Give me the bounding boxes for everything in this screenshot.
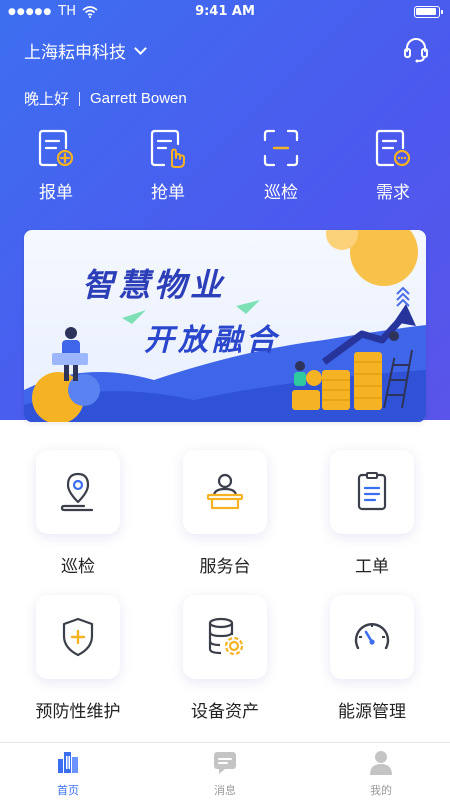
tab-profile[interactable]: 我的 <box>341 749 421 798</box>
tab-bar: 首页 消息 我的 <box>0 742 450 800</box>
service-icon-box <box>36 595 120 679</box>
headset-icon[interactable] <box>402 35 430 63</box>
user-name: Garrett Bowen <box>90 90 187 107</box>
quick-action-grab[interactable]: 抢单 <box>128 128 208 203</box>
database-gear-icon <box>208 617 244 656</box>
service-icon-box <box>330 450 414 534</box>
service-label: 工单 <box>355 557 389 577</box>
report-doc-icon <box>38 129 74 167</box>
service-icon-box <box>330 595 414 679</box>
profile-icon <box>370 751 392 775</box>
service-label: 巡检 <box>61 557 95 577</box>
message-icon <box>214 752 236 774</box>
quick-action-label: 报单 <box>39 183 73 203</box>
banner-title-1: 智慧物业 <box>82 266 227 304</box>
greeting-text: 晚上好 <box>24 90 70 108</box>
quick-actions: 报单 抢单 巡检 需求 <box>0 128 450 208</box>
tab-label: 消息 <box>214 784 236 797</box>
tab-messages[interactable]: 消息 <box>185 749 265 798</box>
service-label: 能源管理 <box>338 702 406 722</box>
battery-icon <box>414 6 443 18</box>
service-label: 预防性维护 <box>35 702 121 722</box>
tab-home[interactable]: 首页 <box>28 749 108 798</box>
promo-banner[interactable]: 智慧物业 开放融合 <box>24 230 426 422</box>
service-icon-box <box>183 450 267 534</box>
service-icon-box <box>183 595 267 679</box>
quick-action-report[interactable]: 报单 <box>16 128 96 203</box>
tab-label: 首页 <box>57 784 79 797</box>
home-buildings-icon <box>58 752 78 773</box>
service-preventive-maintenance[interactable]: 预防性维护 <box>23 595 133 722</box>
service-inspection[interactable]: 巡检 <box>23 450 133 577</box>
location-pin-icon <box>60 472 94 512</box>
quick-action-inspect[interactable]: 巡检 <box>241 128 321 203</box>
scan-icon <box>263 129 299 167</box>
grab-order-icon <box>150 129 185 168</box>
service-desk-icon <box>206 473 244 510</box>
company-name: 上海耘申科技 <box>24 43 126 63</box>
service-label: 服务台 <box>199 557 251 577</box>
quick-action-label: 需求 <box>376 183 410 203</box>
clipboard-icon <box>357 472 387 511</box>
request-doc-icon <box>375 129 411 167</box>
service-label: 设备资产 <box>191 702 259 722</box>
status-time: 9:41 AM <box>195 4 255 19</box>
greeting-divider <box>79 91 81 106</box>
service-equipment-assets[interactable]: 设备资产 <box>170 595 280 722</box>
service-work-order[interactable]: 工单 <box>317 450 427 577</box>
company-selector[interactable]: 上海耘申科技 <box>24 38 147 63</box>
service-energy-management[interactable]: 能源管理 <box>317 595 427 722</box>
tab-label: 我的 <box>370 784 392 797</box>
service-desk[interactable]: 服务台 <box>170 450 280 577</box>
banner-title-2: 开放融合 <box>144 323 280 358</box>
gauge-icon <box>354 623 390 650</box>
quick-action-request[interactable]: 需求 <box>353 128 433 203</box>
greeting: 晚上好 Garrett Bowen <box>24 88 187 109</box>
quick-action-label: 抢单 <box>151 183 185 203</box>
service-icon-box <box>36 450 120 534</box>
status-bar: ●●●●● TH 9:41 AM <box>0 0 450 24</box>
shield-plus-icon <box>62 617 94 657</box>
quick-action-label: 巡检 <box>264 183 298 203</box>
chevron-down-icon <box>134 41 147 55</box>
